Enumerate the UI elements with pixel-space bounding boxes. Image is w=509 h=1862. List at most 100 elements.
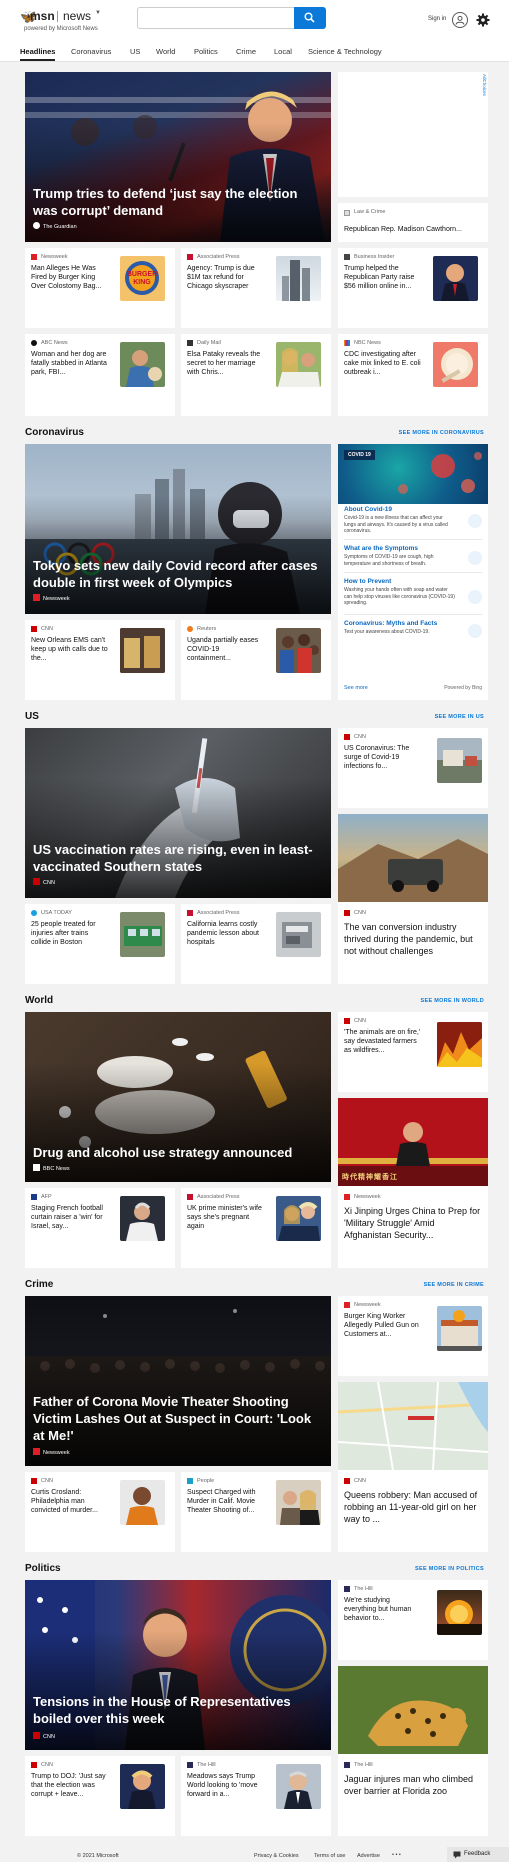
covid-item-symptoms[interactable]: What are the Symptoms Symptoms of COVID-… (344, 545, 474, 567)
story-title[interactable]: We're studying everything but human beha… (344, 1596, 422, 1623)
story-card[interactable]: CNN New Orleans EMS can't keep up with c… (25, 620, 175, 700)
tab-headlines[interactable]: Headlines (20, 47, 56, 61)
story-card-large[interactable]: CNN The van conversion industry thrived … (338, 814, 488, 984)
story-card-large[interactable]: 時代精神耀香江 Newsweek Xi Jinping Urges China … (338, 1098, 488, 1268)
hero-headline[interactable]: Tensions in the House of Representatives… (33, 1693, 319, 1727)
gear-icon[interactable] (476, 13, 490, 27)
story-title[interactable]: Trump to DOJ: 'Just say that the electio… (31, 1772, 109, 1799)
story-card[interactable]: Associated Press California learns costl… (181, 904, 331, 984)
hero-headline[interactable]: Father of Corona Movie Theater Shooting … (33, 1393, 319, 1444)
story-title[interactable]: Trump helped the Republican Party raise … (344, 264, 422, 291)
story-title[interactable]: New Orleans EMS can't keep up with calls… (31, 636, 109, 663)
story-title[interactable]: Agency: Trump is due $1M tax refund for … (187, 264, 265, 291)
see-more-crime-link[interactable]: SEE MORE IN CRIME (424, 1282, 484, 1288)
hero-headline[interactable]: Tokyo sets new daily Covid record after … (33, 557, 319, 591)
tab-science-technology[interactable]: Science & Technology (308, 47, 382, 56)
covid-item-about[interactable]: About Covid-19 Covid-19 is a new illness… (344, 506, 474, 535)
story-card-large[interactable]: The Hill Jaguar injures man who climbed … (338, 1666, 488, 1836)
story-card[interactable]: Reuters Uganda partially eases COVID-19 … (181, 620, 331, 700)
section-title-world[interactable]: World (25, 995, 53, 1006)
story-card[interactable]: Business Insider Trump helped the Republ… (338, 248, 488, 328)
side-story-card[interactable]: Law & Crime Republican Rep. Madison Cawt… (338, 203, 488, 242)
section-title-us[interactable]: US (25, 711, 39, 722)
story-title[interactable]: Staging French football curtain raiser a… (31, 1204, 109, 1231)
story-title[interactable]: Queens robbery: Man accused of robbing a… (344, 1489, 482, 1525)
section-title-coronavirus[interactable]: Coronavirus (25, 427, 84, 438)
msn-logo[interactable]: 🦋 msn news ▼ powered by Microsoft News (20, 9, 120, 35)
hero-card[interactable]: Trump tries to defend ‘just say the elec… (25, 72, 331, 242)
ad-choices-label[interactable]: AdChoices (482, 74, 487, 96)
story-title[interactable]: Elsa Pataky reveals the secret to her ma… (187, 350, 265, 377)
hero-card[interactable]: US vaccination rates are rising, even in… (25, 728, 331, 898)
story-title[interactable]: Burger King Worker Allegedly Pulled Gun … (344, 1312, 422, 1339)
more-icon[interactable]: • • • (392, 1852, 401, 1858)
tab-crime[interactable]: Crime (236, 47, 256, 56)
story-card[interactable]: Daily Mail Elsa Pataky reveals the secre… (181, 334, 331, 416)
avatar[interactable] (452, 12, 468, 28)
story-title[interactable]: Man Alleges He Was Fired by Burger King … (31, 264, 109, 291)
story-card[interactable]: The Hill Meadows says Trump World lookin… (181, 1756, 331, 1836)
section-title-crime[interactable]: Crime (25, 1279, 53, 1290)
story-card[interactable]: People Suspect Charged with Murder in Ca… (181, 1472, 331, 1552)
story-title[interactable]: Suspect Charged with Murder in Calif. Mo… (187, 1488, 265, 1515)
story-title[interactable]: Xi Jinping Urges China to Prep for 'Mili… (344, 1205, 482, 1241)
story-title[interactable]: CDC investigating after cake mix linked … (344, 350, 422, 377)
story-card[interactable]: CNN US Coronavirus: The surge of Covid-1… (338, 728, 488, 808)
story-title[interactable]: Meadows says Trump World looking to 'mov… (187, 1772, 265, 1799)
tab-us[interactable]: US (130, 47, 140, 56)
story-card[interactable]: CNN Trump to DOJ: 'Just say that the ele… (25, 1756, 175, 1836)
story-card[interactable]: CNN Curtis Crosland: Philadelphia man co… (25, 1472, 175, 1552)
privacy-link[interactable]: Privacy & Cookies (254, 1853, 299, 1859)
search-button[interactable] (294, 7, 326, 29)
story-card-large[interactable]: CNN Queens robbery: Man accused of robbi… (338, 1382, 488, 1552)
story-card[interactable]: AFP Staging French football curtain rais… (25, 1188, 175, 1268)
sign-in-link[interactable]: Sign in (428, 16, 446, 22)
see-more-coronavirus-link[interactable]: SEE MORE IN CORONAVIRUS (399, 430, 484, 436)
tab-politics[interactable]: Politics (194, 47, 218, 56)
hero-card[interactable]: Tensions in the House of Representatives… (25, 1580, 331, 1750)
feedback-button[interactable]: Feedback (447, 1847, 509, 1862)
story-card[interactable]: ABC News Woman and her dog are fatally s… (25, 334, 175, 416)
story-title[interactable]: UK prime minister's wife says she's preg… (187, 1204, 265, 1231)
story-title[interactable]: The van conversion industry thrived duri… (344, 921, 482, 957)
see-more-world-link[interactable]: SEE MORE IN WORLD (421, 998, 484, 1004)
see-more-us-link[interactable]: SEE MORE IN US (435, 714, 484, 720)
terms-link[interactable]: Terms of use (314, 1853, 345, 1859)
carousel-dots[interactable] (142, 236, 208, 242)
story-card[interactable]: Associated Press UK prime minister's wif… (181, 1188, 331, 1268)
story-card[interactable]: Associated Press Agency: Trump is due $1… (181, 248, 331, 328)
hero-card[interactable]: Drug and alcohol use strategy announced … (25, 1012, 331, 1182)
tab-local[interactable]: Local (274, 47, 292, 56)
story-title[interactable]: US Coronavirus: The surge of Covid-19 in… (344, 744, 422, 771)
see-more-politics-link[interactable]: SEE MORE IN POLITICS (415, 1566, 484, 1572)
story-card[interactable]: USA TODAY 25 people treated for injuries… (25, 904, 175, 984)
ad-card[interactable]: AdChoices (338, 72, 488, 197)
story-card[interactable]: The Hill We're studying everything but h… (338, 1580, 488, 1660)
story-title[interactable]: California learns costly pandemic lesson… (187, 920, 265, 947)
covid-item-myths[interactable]: Coronavirus: Myths and Facts Test your a… (344, 620, 474, 636)
story-title[interactable]: 'The animals are on fire,' say devastate… (344, 1028, 422, 1055)
story-title[interactable]: Woman and her dog are fatally stabbed in… (31, 350, 109, 377)
chevron-down-icon[interactable]: ▼ (95, 10, 101, 16)
story-title[interactable]: Jaguar injures man who climbed over barr… (344, 1773, 482, 1797)
section-title-politics[interactable]: Politics (25, 1563, 61, 1574)
story-card[interactable]: CNN 'The animals are on fire,' say devas… (338, 1012, 488, 1092)
story-title[interactable]: Uganda partially eases COVID-19 containm… (187, 636, 265, 663)
tab-coronavirus[interactable]: Coronavirus (71, 47, 111, 56)
hero-headline[interactable]: US vaccination rates are rising, even in… (33, 841, 319, 875)
story-title[interactable]: 25 people treated for injuries after tra… (31, 920, 109, 947)
story-card[interactable]: Newsweek Man Alleges He Was Fired by Bur… (25, 248, 175, 328)
story-card[interactable]: NBC News CDC investigating after cake mi… (338, 334, 488, 416)
hero-card[interactable]: Father of Corona Movie Theater Shooting … (25, 1296, 331, 1466)
hero-card[interactable]: Tokyo sets new daily Covid record after … (25, 444, 331, 614)
tab-world[interactable]: World (156, 47, 175, 56)
advertise-link[interactable]: Advertise (357, 1853, 380, 1859)
story-card[interactable]: Newsweek Burger King Worker Allegedly Pu… (338, 1296, 488, 1376)
search-input[interactable] (142, 11, 282, 25)
hero-headline[interactable]: Drug and alcohol use strategy announced (33, 1144, 319, 1161)
covid-item-prevent[interactable]: How to Prevent Washing your hands often … (344, 578, 474, 607)
story-title[interactable]: Curtis Crosland: Philadelphia man convic… (31, 1488, 109, 1515)
side-story-title[interactable]: Republican Rep. Madison Cawthorn... (344, 225, 484, 234)
covid-see-more-link[interactable]: See more (344, 685, 368, 691)
hero-headline[interactable]: Trump tries to defend ‘just say the elec… (33, 185, 319, 219)
